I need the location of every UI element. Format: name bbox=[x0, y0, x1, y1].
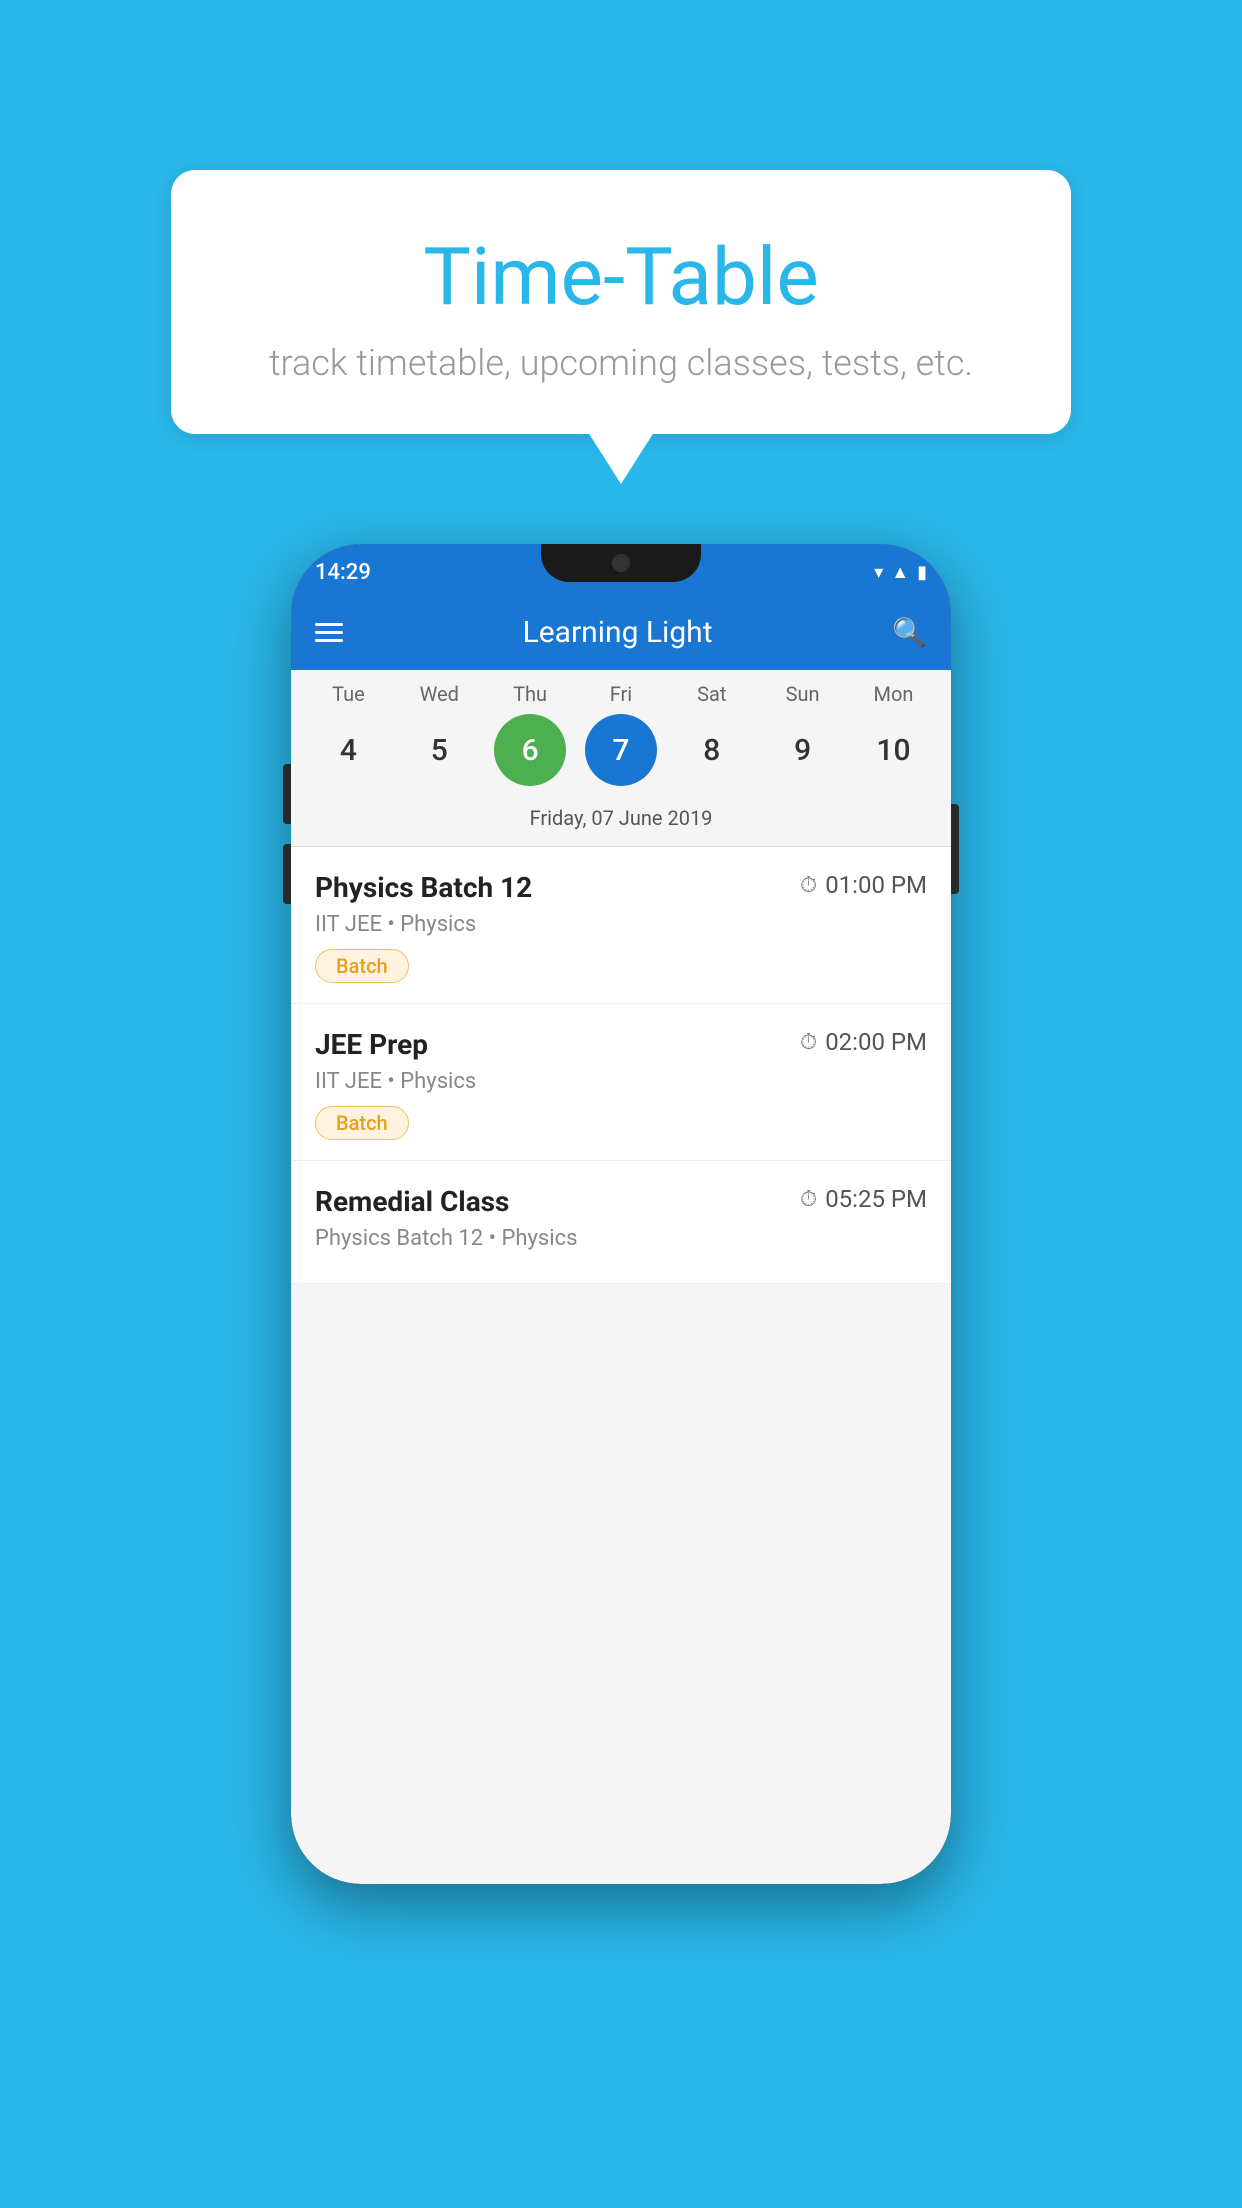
class-name: Physics Batch 12 bbox=[315, 871, 532, 904]
clock-icon: ⏱ bbox=[800, 1030, 817, 1055]
day-number-8[interactable]: 8 bbox=[676, 714, 748, 786]
batch-badge: Batch bbox=[315, 949, 409, 983]
app-title: Learning Light bbox=[363, 615, 872, 650]
volume-up-button[interactable] bbox=[283, 764, 291, 824]
class-time: ⏱05:25 PM bbox=[800, 1185, 927, 1213]
clock-icon: ⏱ bbox=[800, 873, 817, 898]
class-header: Physics Batch 12 ⏱01:00 PM bbox=[315, 871, 927, 904]
bubble-subtitle: track timetable, upcoming classes, tests… bbox=[251, 342, 991, 384]
clock-icon: ⏱ bbox=[800, 1187, 817, 1212]
phone-mockup: 14:29 ▾ ▲ ▮ Learning Light 🔍 bbox=[291, 544, 951, 1884]
day-header: Sat bbox=[676, 682, 748, 706]
day-numbers: 45678910 bbox=[291, 714, 951, 798]
phone-screen: 14:29 ▾ ▲ ▮ Learning Light 🔍 bbox=[291, 544, 951, 1884]
battery-icon: ▮ bbox=[917, 562, 927, 583]
day-number-5[interactable]: 5 bbox=[403, 714, 475, 786]
status-icons: ▾ ▲ ▮ bbox=[874, 562, 927, 583]
signal-icon: ▲ bbox=[891, 562, 909, 583]
class-meta: Physics Batch 12 • Physics bbox=[315, 1226, 927, 1251]
day-number-4[interactable]: 4 bbox=[312, 714, 384, 786]
day-headers: Tue Wed Thu Fri Sat Sun Mon bbox=[291, 682, 951, 714]
app-bar: Learning Light 🔍 bbox=[291, 594, 951, 670]
camera-dot bbox=[612, 554, 630, 572]
volume-down-button[interactable] bbox=[283, 844, 291, 904]
phone-body: 14:29 ▾ ▲ ▮ Learning Light 🔍 bbox=[291, 544, 951, 1884]
power-button[interactable] bbox=[951, 804, 959, 894]
day-header: Tue bbox=[312, 682, 384, 706]
class-meta: IIT JEE • Physics bbox=[315, 912, 927, 937]
date-label: Friday, 07 June 2019 bbox=[291, 798, 951, 847]
bubble-title: Time-Table bbox=[251, 230, 991, 324]
day-number-7[interactable]: 7 bbox=[585, 714, 657, 786]
batch-badge: Batch bbox=[315, 1106, 409, 1140]
day-header: Sun bbox=[767, 682, 839, 706]
day-number-10[interactable]: 10 bbox=[857, 714, 929, 786]
class-time: ⏱01:00 PM bbox=[800, 871, 927, 899]
day-header: Thu bbox=[494, 682, 566, 706]
wifi-icon: ▾ bbox=[874, 562, 883, 583]
day-number-6[interactable]: 6 bbox=[494, 714, 566, 786]
class-item[interactable]: JEE Prep ⏱02:00 PM IIT JEE • Physics Batch bbox=[291, 1004, 951, 1161]
class-time: ⏱02:00 PM bbox=[800, 1028, 927, 1056]
status-time: 14:29 bbox=[315, 560, 371, 585]
class-name: Remedial Class bbox=[315, 1185, 509, 1218]
class-header: JEE Prep ⏱02:00 PM bbox=[315, 1028, 927, 1061]
class-name: JEE Prep bbox=[315, 1028, 428, 1061]
calendar-strip: Tue Wed Thu Fri Sat Sun Mon 45678910 Friday, 0… bbox=[291, 670, 951, 847]
day-header: Fri bbox=[585, 682, 657, 706]
day-number-9[interactable]: 9 bbox=[767, 714, 839, 786]
class-item[interactable]: Physics Batch 12 ⏱01:00 PM IIT JEE • Physi… bbox=[291, 847, 951, 1004]
class-item[interactable]: Remedial Class ⏱05:25 PM Physics Batch 12 … bbox=[291, 1161, 951, 1284]
day-header: Wed bbox=[403, 682, 475, 706]
menu-button[interactable] bbox=[315, 623, 343, 642]
class-meta: IIT JEE • Physics bbox=[315, 1069, 927, 1094]
day-header: Mon bbox=[857, 682, 929, 706]
class-list: Physics Batch 12 ⏱01:00 PM IIT JEE • Physi… bbox=[291, 847, 951, 1284]
class-header: Remedial Class ⏱05:25 PM bbox=[315, 1185, 927, 1218]
speech-bubble: Time-Table track timetable, upcoming cla… bbox=[171, 170, 1071, 434]
search-icon[interactable]: 🔍 bbox=[892, 616, 927, 649]
